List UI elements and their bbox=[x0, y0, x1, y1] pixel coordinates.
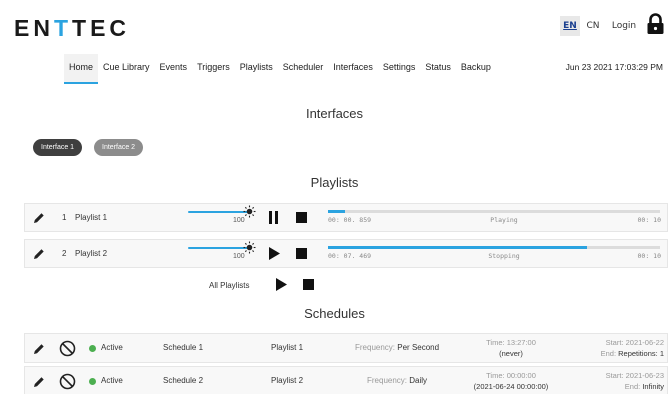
nav-status[interactable]: Status bbox=[420, 54, 456, 84]
playlist-row: 2 Playlist 2 100 00: 07. 469 Stopping 00… bbox=[24, 239, 668, 268]
login-link[interactable]: Login bbox=[610, 16, 638, 36]
start-label: Start: bbox=[605, 338, 624, 347]
lock-icon[interactable] bbox=[646, 13, 665, 35]
schedule-name: Schedule 1 bbox=[163, 343, 204, 352]
playlist-name: Playlist 2 bbox=[75, 249, 108, 258]
frequency-value: Daily bbox=[409, 376, 428, 385]
nav-backup[interactable]: Backup bbox=[456, 54, 496, 84]
time-label: Time: bbox=[486, 338, 505, 347]
schedule-playlist: Playlist 1 bbox=[271, 343, 304, 352]
schedule-row: Active Schedule 1 Playlist 1 Frequency: … bbox=[24, 333, 668, 363]
nav-events[interactable]: Events bbox=[155, 54, 193, 84]
playlist-duration: 00: 10 bbox=[637, 252, 661, 260]
end-value: Infinity bbox=[642, 382, 664, 391]
frequency-label: Frequency: bbox=[355, 343, 396, 352]
pencil-icon[interactable] bbox=[33, 248, 45, 260]
time-extra: (2021-06-24 00:00:00) bbox=[473, 382, 549, 391]
language-cn-button[interactable]: CN bbox=[584, 16, 602, 36]
status-dot bbox=[89, 345, 96, 352]
time-label: Time: bbox=[486, 371, 505, 380]
playlist-progress-fill bbox=[328, 210, 345, 213]
interface-1-pill[interactable]: Interface 1 bbox=[33, 139, 83, 156]
time-value: 00:00:00 bbox=[506, 371, 536, 380]
playlists-title: Playlists bbox=[310, 175, 359, 190]
pencil-icon[interactable] bbox=[33, 212, 45, 224]
time-value: 13:27:00 bbox=[506, 338, 536, 347]
playlist-progress-fill bbox=[328, 246, 587, 249]
interfaces-title: Interfaces bbox=[305, 106, 364, 121]
schedules-title: Schedules bbox=[304, 306, 365, 321]
schedule-row: Active Schedule 2 Playlist 2 Frequency: … bbox=[24, 366, 668, 394]
playlist-name: Playlist 1 bbox=[75, 213, 108, 222]
interface-2-pill[interactable]: Interface 2 bbox=[94, 139, 144, 156]
playlist-index: 1 bbox=[62, 213, 67, 222]
status-dot bbox=[89, 378, 96, 385]
pause-icon[interactable] bbox=[268, 211, 279, 224]
volume-value: 100 bbox=[233, 253, 245, 260]
stop-all-icon[interactable] bbox=[303, 279, 314, 290]
volume-slider[interactable] bbox=[188, 247, 250, 249]
all-playlists-label: All Playlists bbox=[209, 281, 250, 290]
playlist-progress bbox=[328, 210, 660, 213]
stop-icon[interactable] bbox=[296, 212, 307, 223]
playlist-progress bbox=[328, 246, 660, 249]
end-label: End: bbox=[624, 382, 641, 391]
main-nav: Home Cue Library Events Triggers Playlis… bbox=[64, 54, 496, 84]
nav-scheduler[interactable]: Scheduler bbox=[278, 54, 329, 84]
schedule-playlist: Playlist 2 bbox=[271, 376, 304, 385]
end-value: Repetitions: 1 bbox=[618, 349, 664, 358]
disable-icon[interactable] bbox=[59, 373, 76, 390]
playlist-index: 2 bbox=[62, 249, 67, 258]
play-all-icon[interactable] bbox=[276, 278, 287, 291]
current-datetime: Jun 23 2021 17:03:29 PM bbox=[565, 62, 663, 72]
playlist-duration: 00: 10 bbox=[637, 216, 661, 224]
playlist-row: 1 Playlist 1 100 00: 00. 859 Playing 00:… bbox=[24, 203, 668, 232]
start-value: 2021-06-22 bbox=[625, 338, 664, 347]
enttec-logo: ENTTEC bbox=[14, 15, 131, 41]
start-label: Start: bbox=[605, 371, 624, 380]
schedule-name: Schedule 2 bbox=[163, 376, 204, 385]
nav-settings[interactable]: Settings bbox=[378, 54, 421, 84]
time-extra: (never) bbox=[499, 349, 523, 358]
stop-icon[interactable] bbox=[296, 248, 307, 259]
pencil-icon[interactable] bbox=[33, 376, 45, 388]
frequency-label: Frequency: bbox=[367, 376, 408, 385]
frequency-value: Per Second bbox=[397, 343, 440, 352]
disable-icon[interactable] bbox=[59, 340, 76, 357]
nav-home[interactable]: Home bbox=[64, 54, 99, 84]
volume-value: 100 bbox=[233, 217, 245, 224]
schedule-status: Active bbox=[101, 376, 123, 385]
nav-triggers[interactable]: Triggers bbox=[192, 54, 235, 84]
end-label: End: bbox=[600, 349, 617, 358]
schedule-status: Active bbox=[101, 343, 123, 352]
volume-slider[interactable] bbox=[188, 211, 250, 213]
pencil-icon[interactable] bbox=[33, 343, 45, 355]
language-en-button[interactable]: EN bbox=[560, 16, 580, 36]
start-value: 2021-06-23 bbox=[625, 371, 664, 380]
nav-playlists[interactable]: Playlists bbox=[235, 54, 278, 84]
nav-cue-library[interactable]: Cue Library bbox=[98, 54, 155, 84]
play-icon[interactable] bbox=[269, 247, 280, 260]
nav-interfaces[interactable]: Interfaces bbox=[328, 54, 378, 84]
